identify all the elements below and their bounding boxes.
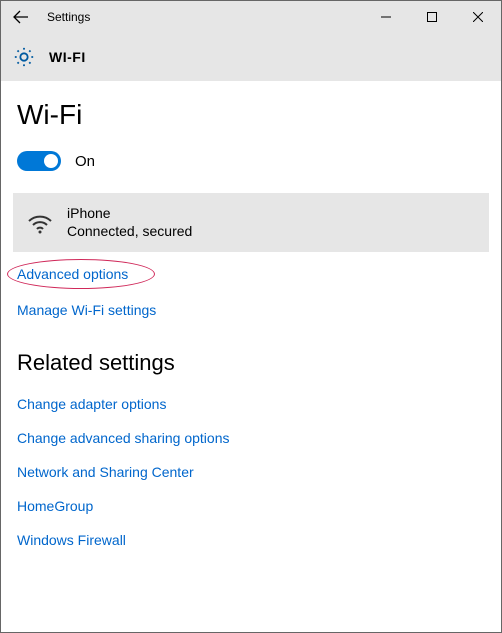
window-title: Settings xyxy=(41,10,90,24)
manage-wifi-settings-link[interactable]: Manage Wi-Fi settings xyxy=(17,302,156,318)
windows-firewall-link[interactable]: Windows Firewall xyxy=(17,532,485,548)
change-advanced-sharing-link[interactable]: Change advanced sharing options xyxy=(17,430,485,446)
back-arrow-icon xyxy=(13,9,29,25)
toggle-label: On xyxy=(75,153,95,170)
section-header: WI-FI xyxy=(1,33,501,81)
window-controls xyxy=(363,1,501,33)
page-title: Wi-Fi xyxy=(17,99,485,131)
minimize-button[interactable] xyxy=(363,1,409,33)
manage-wifi-block: Manage Wi-Fi settings xyxy=(17,302,485,320)
maximize-button[interactable] xyxy=(409,1,455,33)
toggle-knob xyxy=(44,154,58,168)
related-settings-heading: Related settings xyxy=(17,350,485,376)
content-area: Wi-Fi On iPhone Connected, secured Advan… xyxy=(1,81,501,548)
wifi-toggle-row: On xyxy=(17,151,485,171)
close-button[interactable] xyxy=(455,1,501,33)
section-title: WI-FI xyxy=(49,49,86,65)
network-sharing-center-link[interactable]: Network and Sharing Center xyxy=(17,464,485,480)
network-status: Connected, secured xyxy=(67,223,192,241)
advanced-options-link[interactable]: Advanced options xyxy=(17,266,128,282)
homegroup-link[interactable]: HomeGroup xyxy=(17,498,485,514)
back-button[interactable] xyxy=(1,1,41,33)
wifi-signal-icon xyxy=(27,212,53,234)
advanced-options-block: Advanced options xyxy=(17,266,485,284)
change-adapter-options-link[interactable]: Change adapter options xyxy=(17,396,485,412)
wifi-toggle[interactable] xyxy=(17,151,61,171)
network-name: iPhone xyxy=(67,205,192,223)
network-item[interactable]: iPhone Connected, secured xyxy=(13,193,489,252)
gear-icon xyxy=(13,46,35,68)
titlebar: Settings xyxy=(1,1,501,33)
network-text: iPhone Connected, secured xyxy=(67,205,192,240)
